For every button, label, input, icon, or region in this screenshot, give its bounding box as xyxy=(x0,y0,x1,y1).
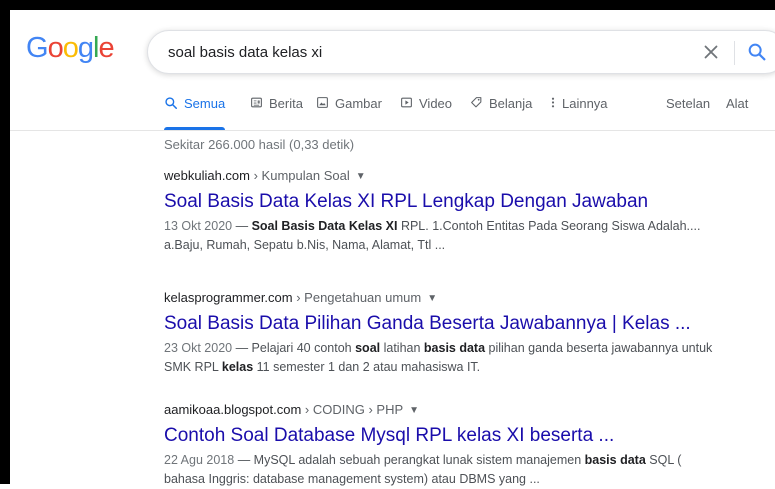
logo-letter: G xyxy=(26,32,49,64)
image-icon xyxy=(317,97,328,108)
search-icon[interactable] xyxy=(746,41,768,63)
logo-letter: e xyxy=(98,32,114,64)
settings-link[interactable]: Setelan xyxy=(666,96,710,130)
tab-video[interactable]: Video xyxy=(400,96,452,130)
video-icon xyxy=(401,97,412,108)
search-icon xyxy=(165,97,178,110)
tag-icon xyxy=(471,97,482,108)
snippet-text: 11 semester 1 dan 2 atau mahasiswa IT. xyxy=(253,360,481,374)
search-result: aamikoaa.blogspot.com › CODING › PHP ▼ Co… xyxy=(164,402,724,489)
search-input[interactable]: soal basis data kelas xi xyxy=(168,44,322,61)
search-result: kelasprogrammer.com › Pengetahuan umum ▼ … xyxy=(164,290,724,377)
search-divider xyxy=(734,41,735,65)
search-tabs: Semua Berita Gambar Video Belanja Lainny… xyxy=(10,96,775,130)
tab-label: Gambar xyxy=(335,96,382,111)
search-header: Google soal basis data kelas xi Semua Be… xyxy=(10,10,775,131)
result-title-link[interactable]: Contoh Soal Database Mysql RPL kelas XI … xyxy=(164,424,724,448)
tab-label: Video xyxy=(419,96,453,111)
result-path: › CODING › PHP xyxy=(301,402,404,417)
result-date: 23 Okt 2020 xyxy=(164,341,233,355)
snippet-text: — MySQL adalah sebuah perangkat lunak si… xyxy=(234,453,585,467)
result-domain: webkuliah.com xyxy=(164,168,250,183)
tab-label: Lainnya xyxy=(562,96,608,111)
snippet-highlight: basis data xyxy=(423,341,486,355)
tab-label: Belanja xyxy=(489,96,533,111)
tools-link[interactable]: Alat xyxy=(726,96,748,130)
more-vert-icon xyxy=(551,97,555,108)
search-box[interactable]: soal basis data kelas xi xyxy=(147,30,775,74)
chevron-down-icon[interactable]: ▼ xyxy=(427,291,437,307)
snippet-text: — xyxy=(232,219,252,233)
snippet-highlight: kelas xyxy=(221,360,254,374)
news-icon xyxy=(251,97,262,108)
chevron-down-icon[interactable]: ▼ xyxy=(409,403,419,419)
tab-lainnya[interactable]: Lainnya xyxy=(550,96,608,130)
result-title-link[interactable]: Soal Basis Data Pilihan Ganda Beserta Ja… xyxy=(164,312,724,336)
google-logo[interactable]: Google xyxy=(26,32,115,65)
tab-belanja[interactable]: Belanja xyxy=(470,96,532,130)
result-title-link[interactable]: Soal Basis Data Kelas XI RPL Lengkap Den… xyxy=(164,190,724,214)
result-cite[interactable]: aamikoaa.blogspot.com › CODING › PHP ▼ xyxy=(164,402,724,420)
snippet-highlight: Soal Basis Data Kelas XI xyxy=(251,219,398,233)
snippet-highlight: soal xyxy=(355,341,381,355)
result-path: › Pengetahuan umum xyxy=(292,290,422,305)
snippet-text: latihan xyxy=(380,341,424,355)
tab-berita[interactable]: Berita xyxy=(250,96,303,130)
browser-frame: Google soal basis data kelas xi Semua Be… xyxy=(0,0,775,486)
result-stats: Sekitar 266.000 hasil (0,33 detik) xyxy=(164,137,355,152)
result-date: 13 Okt 2020 xyxy=(164,219,233,233)
logo-letter: o xyxy=(47,32,64,64)
tab-gambar[interactable]: Gambar xyxy=(316,96,382,130)
result-date: 22 Agu 2018 xyxy=(164,453,235,467)
logo-letter: o xyxy=(62,32,79,64)
result-path: › Kumpulan Soal xyxy=(250,168,350,183)
snippet-highlight: basis data xyxy=(584,453,646,467)
result-snippet: 13 Okt 2020 — Soal Basis Data Kelas XI R… xyxy=(164,217,724,255)
search-result: webkuliah.com › Kumpulan Soal ▼ Soal Basi… xyxy=(164,168,724,255)
tab-semua[interactable]: Semua xyxy=(164,96,226,130)
result-domain: kelasprogrammer.com xyxy=(164,290,293,305)
tab-label: Semua xyxy=(184,96,226,111)
result-snippet: 22 Agu 2018 — MySQL adalah sebuah perang… xyxy=(164,451,724,489)
result-snippet: 23 Okt 2020 — Pelajari 40 contoh soal la… xyxy=(164,339,724,377)
close-icon[interactable] xyxy=(700,41,722,63)
tab-label: Berita xyxy=(269,96,303,111)
result-cite[interactable]: webkuliah.com › Kumpulan Soal ▼ xyxy=(164,168,724,186)
result-domain: aamikoaa.blogspot.com xyxy=(164,402,302,417)
snippet-text: — Pelajari 40 contoh xyxy=(232,341,356,355)
chevron-down-icon[interactable]: ▼ xyxy=(356,169,366,185)
result-cite[interactable]: kelasprogrammer.com › Pengetahuan umum ▼ xyxy=(164,290,724,308)
logo-letter: g xyxy=(77,32,94,64)
